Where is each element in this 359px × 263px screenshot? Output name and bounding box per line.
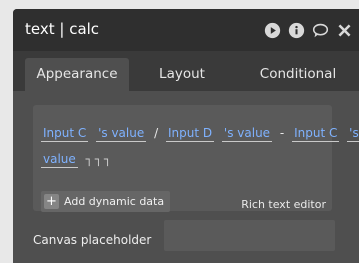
operator-divide: / (154, 126, 159, 140)
tab-appearance[interactable]: Appearance (25, 58, 129, 91)
tab-bar: Appearance Layout Conditional (13, 51, 359, 91)
expression-chip[interactable]: value (41, 152, 78, 168)
expression-chip[interactable]: 's value (96, 126, 147, 142)
expression-chip[interactable]: 's value (221, 126, 273, 142)
add-dynamic-data-label: Add dynamic data (64, 195, 165, 208)
expression-close-markers: ┐┐┐ (85, 152, 114, 166)
comment-icon[interactable] (312, 22, 329, 39)
header-actions (264, 22, 353, 39)
tab-layout[interactable]: Layout (143, 58, 221, 91)
appearance-content: Input C 's value / Input D 's value - In… (13, 91, 359, 263)
expression-chip[interactable]: Input D (165, 126, 215, 142)
tab-conditional[interactable]: Conditional (239, 58, 357, 91)
expression-chip[interactable]: Input C (41, 126, 89, 142)
panel-header: text | calc (13, 9, 359, 51)
expression-chip[interactable]: 's (347, 126, 359, 142)
property-editor-panel: text | calc Appearance Layout Conditiona… (13, 9, 359, 263)
play-icon[interactable] (264, 22, 281, 39)
canvas-placeholder-input[interactable] (164, 220, 335, 251)
info-icon[interactable] (288, 22, 305, 39)
plus-icon: + (44, 194, 59, 209)
expression-line-1: Input C 's value / Input D 's value - In… (41, 126, 359, 142)
operator-minus: - (279, 126, 285, 140)
rich-text-editor-link[interactable]: Rich text editor (241, 198, 326, 211)
add-dynamic-data-button[interactable]: + Add dynamic data (41, 191, 171, 212)
panel-title: text | calc (25, 20, 100, 38)
canvas-placeholder-label: Canvas placeholder (33, 233, 152, 247)
close-icon[interactable] (336, 22, 353, 39)
expression-line-2: value ┐┐┐ (41, 152, 113, 168)
dynamic-expression-editor[interactable]: Input C 's value / Input D 's value - In… (33, 105, 359, 212)
expression-chip[interactable]: Input C (292, 126, 340, 142)
